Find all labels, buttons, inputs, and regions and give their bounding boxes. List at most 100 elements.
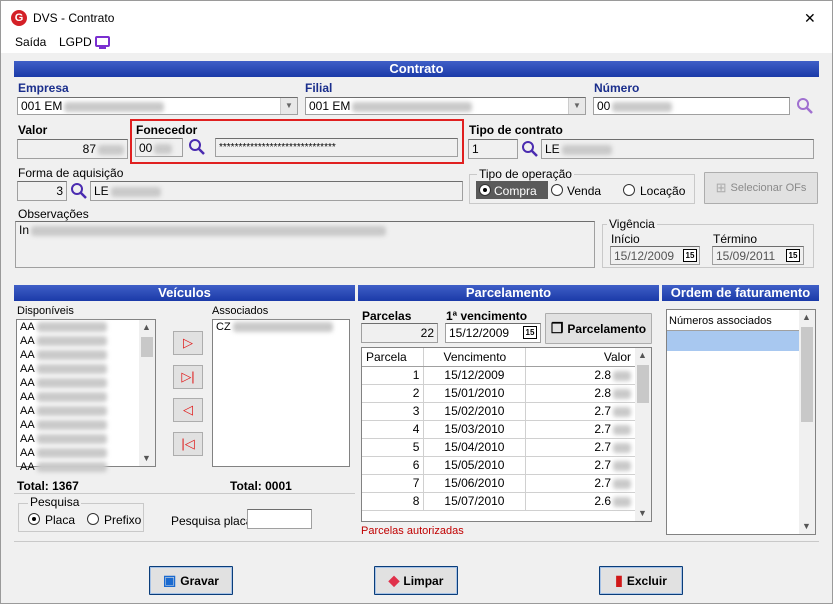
table-row[interactable]: 4 15/03/2010 2.7 (362, 420, 636, 439)
column-header[interactable]: Vencimento (423, 348, 527, 367)
scroll-up-icon[interactable]: ▲ (799, 310, 814, 325)
table-row[interactable]: 1 15/12/2009 2.8 (362, 366, 636, 385)
op-locacao-radio[interactable] (623, 184, 635, 196)
table-row[interactable]: 3 15/02/2010 2.7 (362, 402, 636, 421)
associados-list[interactable]: CZ (212, 319, 350, 467)
scroll-thumb[interactable] (637, 365, 649, 403)
scroll-thumb[interactable] (141, 337, 153, 357)
chevron-down-icon[interactable]: ▼ (568, 98, 585, 114)
close-icon[interactable]: ✕ (804, 10, 816, 27)
empresa-select[interactable]: 001 EM ▼ (17, 97, 298, 115)
table-row[interactable]: 7 15/06/2010 2.7 (362, 474, 636, 493)
parcelamento-button[interactable]: ❐ Parcelamento (545, 313, 652, 344)
cell-text: 4 (412, 422, 420, 436)
numero-input[interactable]: 00 (593, 97, 790, 115)
op-compra-label[interactable]: Compra (494, 184, 537, 198)
disponiveis-list[interactable]: AA AA AA AA AA AA AA AA AA AA AA ▲ ▼ (16, 319, 156, 473)
op-venda-radio[interactable] (551, 184, 563, 196)
table-row[interactable]: 2 15/01/2010 2.8 (362, 384, 636, 403)
filial-select[interactable]: 001 EM ▼ (305, 97, 586, 115)
numero-label: Número (594, 81, 640, 95)
list-item[interactable]: AA (17, 334, 155, 348)
list-item[interactable]: CZ (213, 320, 349, 334)
fornecedor-name-input[interactable]: ****************************** (215, 138, 458, 157)
list-item[interactable]: AA (17, 404, 155, 418)
observacoes-label: Observações (18, 207, 89, 221)
scroll-up-icon[interactable]: ▲ (139, 320, 154, 335)
move-all-left-button[interactable]: |◁ (173, 432, 203, 456)
move-left-button[interactable]: ◁ (173, 398, 203, 422)
scrollbar[interactable]: ▲ ▼ (635, 348, 651, 521)
selected-row[interactable] (667, 331, 799, 351)
table-row[interactable]: 8 15/07/2010 2.6 (362, 492, 636, 511)
scroll-down-icon[interactable]: ▼ (635, 506, 650, 521)
monitor-icon[interactable] (95, 36, 110, 47)
limpar-button[interactable]: ◆ Limpar (374, 566, 458, 595)
scroll-thumb[interactable] (801, 327, 813, 422)
list-item-label: AA (20, 405, 35, 417)
search-icon[interactable] (521, 140, 539, 158)
pesquisa-placa-input[interactable] (247, 509, 312, 529)
masked-text (232, 322, 333, 333)
menu-saida[interactable]: Saída (15, 35, 46, 49)
window-title: DVS - Contrato (33, 11, 115, 25)
search-icon[interactable] (796, 97, 814, 115)
tipo-contrato-code-input[interactable]: 1 (468, 139, 518, 159)
table-cell: 2.8 (525, 384, 636, 403)
list-item[interactable]: AA (17, 320, 155, 334)
list-item[interactable]: AA (17, 432, 155, 446)
tipo-contrato-name-input[interactable]: LE (541, 139, 814, 159)
fornecedor-code-input[interactable]: 00 (135, 138, 183, 157)
list-item[interactable]: AA (17, 390, 155, 404)
scroll-up-icon[interactable]: ▲ (635, 348, 650, 363)
valor-label: Valor (18, 123, 48, 137)
list-item[interactable]: AA (17, 348, 155, 362)
table-cell: 6 (362, 456, 425, 475)
calendar-icon[interactable]: 15 (523, 326, 537, 339)
prefixo-label[interactable]: Prefixo (104, 513, 141, 527)
cell-text: 7 (412, 476, 420, 490)
excluir-button[interactable]: ▮ Excluir (599, 566, 683, 595)
table-cell: 15/04/2010 (423, 438, 527, 457)
scroll-down-icon[interactable]: ▼ (799, 519, 814, 534)
table-row[interactable]: 6 15/05/2010 2.7 (362, 456, 636, 475)
list-item[interactable]: AA (17, 362, 155, 376)
list-item[interactable]: AA (17, 446, 155, 460)
move-right-button[interactable]: ▷ (173, 331, 203, 355)
scroll-down-icon[interactable]: ▼ (139, 451, 154, 466)
move-all-right-button[interactable]: ▷| (173, 365, 203, 389)
placa-radio[interactable] (28, 513, 40, 525)
list-item-label: AA (20, 391, 35, 403)
column-header[interactable]: Parcela (362, 348, 425, 367)
scrollbar[interactable]: ▲ ▼ (139, 320, 155, 466)
list-item[interactable]: AA (17, 418, 155, 432)
list-item[interactable]: AA (17, 376, 155, 390)
selecionar-ofs-button[interactable]: ⊞ Selecionar OFs (704, 172, 818, 204)
valor-input[interactable]: 87 (17, 139, 128, 159)
gravar-button[interactable]: ▣ Gravar (149, 566, 233, 595)
table-row[interactable]: 5 15/04/2010 2.7 (362, 438, 636, 457)
placa-label[interactable]: Placa (45, 513, 75, 527)
chevron-down-icon[interactable]: ▼ (280, 98, 297, 114)
table-cell: 15/12/2009 (423, 366, 527, 385)
menu-lgpd[interactable]: LGPD (59, 35, 92, 49)
forma-aquisicao-name-input[interactable]: LE (90, 181, 463, 201)
calendar-icon[interactable]: 15 (786, 249, 800, 262)
calendar-icon[interactable]: 15 (683, 249, 697, 262)
list-item[interactable]: AA (17, 460, 155, 474)
forma-aquisicao-code-input[interactable]: 3 (17, 181, 67, 201)
prefixo-radio[interactable] (87, 513, 99, 525)
search-icon[interactable] (70, 182, 88, 200)
table-cell: 1 (362, 366, 425, 385)
op-compra-radio[interactable] (479, 184, 491, 196)
table-cell: 15/01/2010 (423, 384, 527, 403)
op-venda-label[interactable]: Venda (567, 184, 601, 198)
column-header[interactable]: Valor (525, 348, 636, 367)
observacoes-input[interactable]: In (15, 221, 595, 268)
list-item-label: CZ (216, 321, 231, 333)
op-locacao-label[interactable]: Locação (640, 184, 685, 198)
parcelas-input[interactable]: 22 (361, 323, 438, 343)
scrollbar[interactable]: ▲ ▼ (799, 310, 815, 534)
ordem-header: Ordem de faturamento (662, 285, 819, 301)
search-icon[interactable] (188, 138, 206, 156)
